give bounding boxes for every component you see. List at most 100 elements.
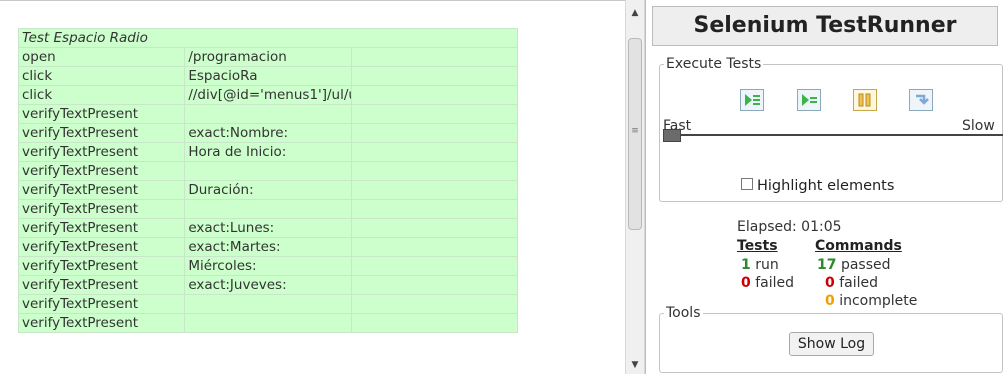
- test-value-cell: [350, 218, 519, 238]
- test-target-cell: exact:Juveves:: [184, 275, 352, 295]
- test-target-cell: exact:Nombre:: [184, 123, 352, 143]
- vertical-scrollbar[interactable]: ▲ ≡ ▼: [625, 0, 645, 374]
- test-table-pane: Test Espacio Radio open/programacion clic…: [0, 0, 625, 375]
- commands-failed: 0 failed: [825, 274, 878, 292]
- test-value-cell: [350, 123, 519, 143]
- pause-button[interactable]: [853, 89, 877, 111]
- test-row[interactable]: verifyTextPresent: [17, 161, 519, 181]
- test-command-cell: click: [17, 85, 186, 105]
- test-row[interactable]: click EspacioRa: [17, 66, 519, 86]
- tests-failed-count: 0: [741, 275, 751, 291]
- show-log-button[interactable]: Show Log: [789, 332, 874, 356]
- elapsed-value: 01:05: [801, 219, 842, 235]
- speed-slow-label: Slow: [962, 118, 995, 134]
- speed-slider-handle[interactable]: [663, 129, 681, 142]
- scroll-down-arrow-icon[interactable]: ▼: [626, 358, 644, 372]
- test-value-cell: [350, 180, 519, 200]
- scroll-grip-icon: ≡: [631, 126, 639, 136]
- tests-failed: 0 failed: [741, 274, 794, 292]
- test-value-cell: [350, 199, 519, 219]
- test-command-cell: verifyTextPresent: [17, 199, 186, 219]
- tests-run: 1 run: [741, 256, 779, 274]
- test-value-cell: [350, 142, 519, 162]
- test-row[interactable]: click//div[@id='menus1']/ul/ul/li/a[2]/c…: [17, 85, 519, 105]
- test-value-cell: [350, 47, 519, 67]
- test-title: Test Espacio Radio: [18, 28, 518, 48]
- commands-header: Commands: [815, 238, 902, 254]
- run-all-icon: [745, 94, 760, 106]
- commands-passed-label: passed: [840, 257, 891, 273]
- execute-tests-legend: Execute Tests: [664, 56, 764, 72]
- commands-failed-label: failed: [839, 275, 878, 291]
- test-command-cell: verifyTextPresent: [17, 142, 186, 162]
- test-command-cell: verifyTextPresent: [17, 180, 186, 200]
- test-command-cell: verifyTextPresent: [17, 256, 186, 276]
- test-value-cell: [350, 161, 519, 181]
- tests-header: Tests: [737, 238, 778, 254]
- speed-slider-track[interactable]: [663, 134, 1003, 136]
- test-target-cell: exact:Lunes:: [184, 218, 352, 238]
- test-value-cell: [350, 66, 519, 86]
- run-all-button[interactable]: [740, 89, 764, 111]
- test-command-cell: verifyTextPresent: [17, 275, 186, 295]
- scroll-up-arrow-icon[interactable]: ▲: [626, 6, 644, 20]
- elapsed-row: Elapsed: 01:05: [737, 218, 842, 236]
- elapsed-label: Elapsed:: [737, 219, 797, 235]
- commands-passed-count: 17: [817, 257, 837, 273]
- tests-run-label: run: [755, 257, 779, 273]
- test-row[interactable]: open/programacion: [17, 47, 519, 67]
- test-target-cell: [184, 104, 352, 124]
- scroll-thumb[interactable]: ≡: [628, 38, 642, 230]
- test-table: Test Espacio Radio open/programacion clic…: [17, 28, 519, 333]
- commands-passed: 17 passed: [817, 256, 891, 274]
- run-selected-button[interactable]: [797, 89, 821, 111]
- test-title-row: Test Espacio Radio: [18, 28, 518, 48]
- test-command-cell: verifyTextPresent: [17, 161, 186, 181]
- test-row[interactable]: verifyTextPresent Duración:: [17, 180, 519, 200]
- test-value-cell: [350, 313, 519, 333]
- run-selected-icon: [802, 94, 817, 106]
- test-row[interactable]: verifyTextPresent: [17, 294, 519, 314]
- test-row[interactable]: verifyTextPresent: [17, 199, 519, 219]
- test-target-cell: Duración:: [184, 180, 352, 200]
- tools-legend: Tools: [664, 305, 703, 321]
- test-value-cell: [350, 275, 519, 295]
- test-command-cell: click: [17, 66, 186, 86]
- test-command-cell: verifyTextPresent: [17, 104, 186, 124]
- test-value-cell: [350, 237, 519, 257]
- test-target-cell: [184, 294, 352, 314]
- test-command-cell: verifyTextPresent: [17, 218, 186, 238]
- commands-incomplete: 0 incomplete: [825, 292, 917, 310]
- pause-icon: [858, 93, 871, 107]
- test-target-cell: [184, 313, 352, 333]
- tests-failed-label: failed: [755, 275, 794, 291]
- test-table-body: Test Espacio Radio open/programacion clic…: [17, 28, 519, 333]
- test-row[interactable]: verifyTextPresent exact:Martes:: [17, 237, 519, 257]
- step-button[interactable]: [909, 89, 933, 111]
- commands-failed-count: 0: [825, 275, 835, 291]
- highlight-elements-label: Highlight elements: [757, 178, 895, 194]
- test-command-cell: verifyTextPresent: [17, 294, 186, 314]
- test-value-cell: [350, 85, 519, 105]
- test-row[interactable]: verifyTextPresent exact:Nombre:: [17, 123, 519, 143]
- test-target-cell: /programacion: [184, 47, 352, 67]
- test-target-cell: //div[@id='menus1']/ul/ul/li/a[2]/canvas: [184, 85, 352, 105]
- commands-incomplete-label: incomplete: [839, 293, 918, 309]
- test-target-cell: [184, 161, 352, 181]
- test-row[interactable]: verifyTextPresent exact:Juveves:: [17, 275, 519, 295]
- tests-run-count: 1: [741, 257, 751, 273]
- test-target-cell: EspacioRa: [184, 66, 352, 86]
- test-row[interactable]: verifyTextPresent Miércoles:: [17, 256, 519, 276]
- test-row[interactable]: verifyTextPresent: [17, 104, 519, 124]
- test-target-cell: exact:Martes:: [184, 237, 352, 257]
- test-command-cell: verifyTextPresent: [17, 313, 186, 333]
- runner-title: Selenium TestRunner: [652, 6, 998, 46]
- highlight-elements-checkbox[interactable]: [741, 178, 753, 190]
- test-row[interactable]: verifyTextPresent exact:Lunes:: [17, 218, 519, 238]
- test-command-cell: verifyTextPresent: [17, 237, 186, 257]
- test-row[interactable]: verifyTextPresent: [17, 313, 519, 333]
- test-target-cell: Miércoles:: [184, 256, 352, 276]
- test-command-cell: open: [17, 47, 186, 67]
- test-row[interactable]: verifyTextPresent Hora de Inicio:: [17, 142, 519, 162]
- test-value-cell: [350, 104, 519, 124]
